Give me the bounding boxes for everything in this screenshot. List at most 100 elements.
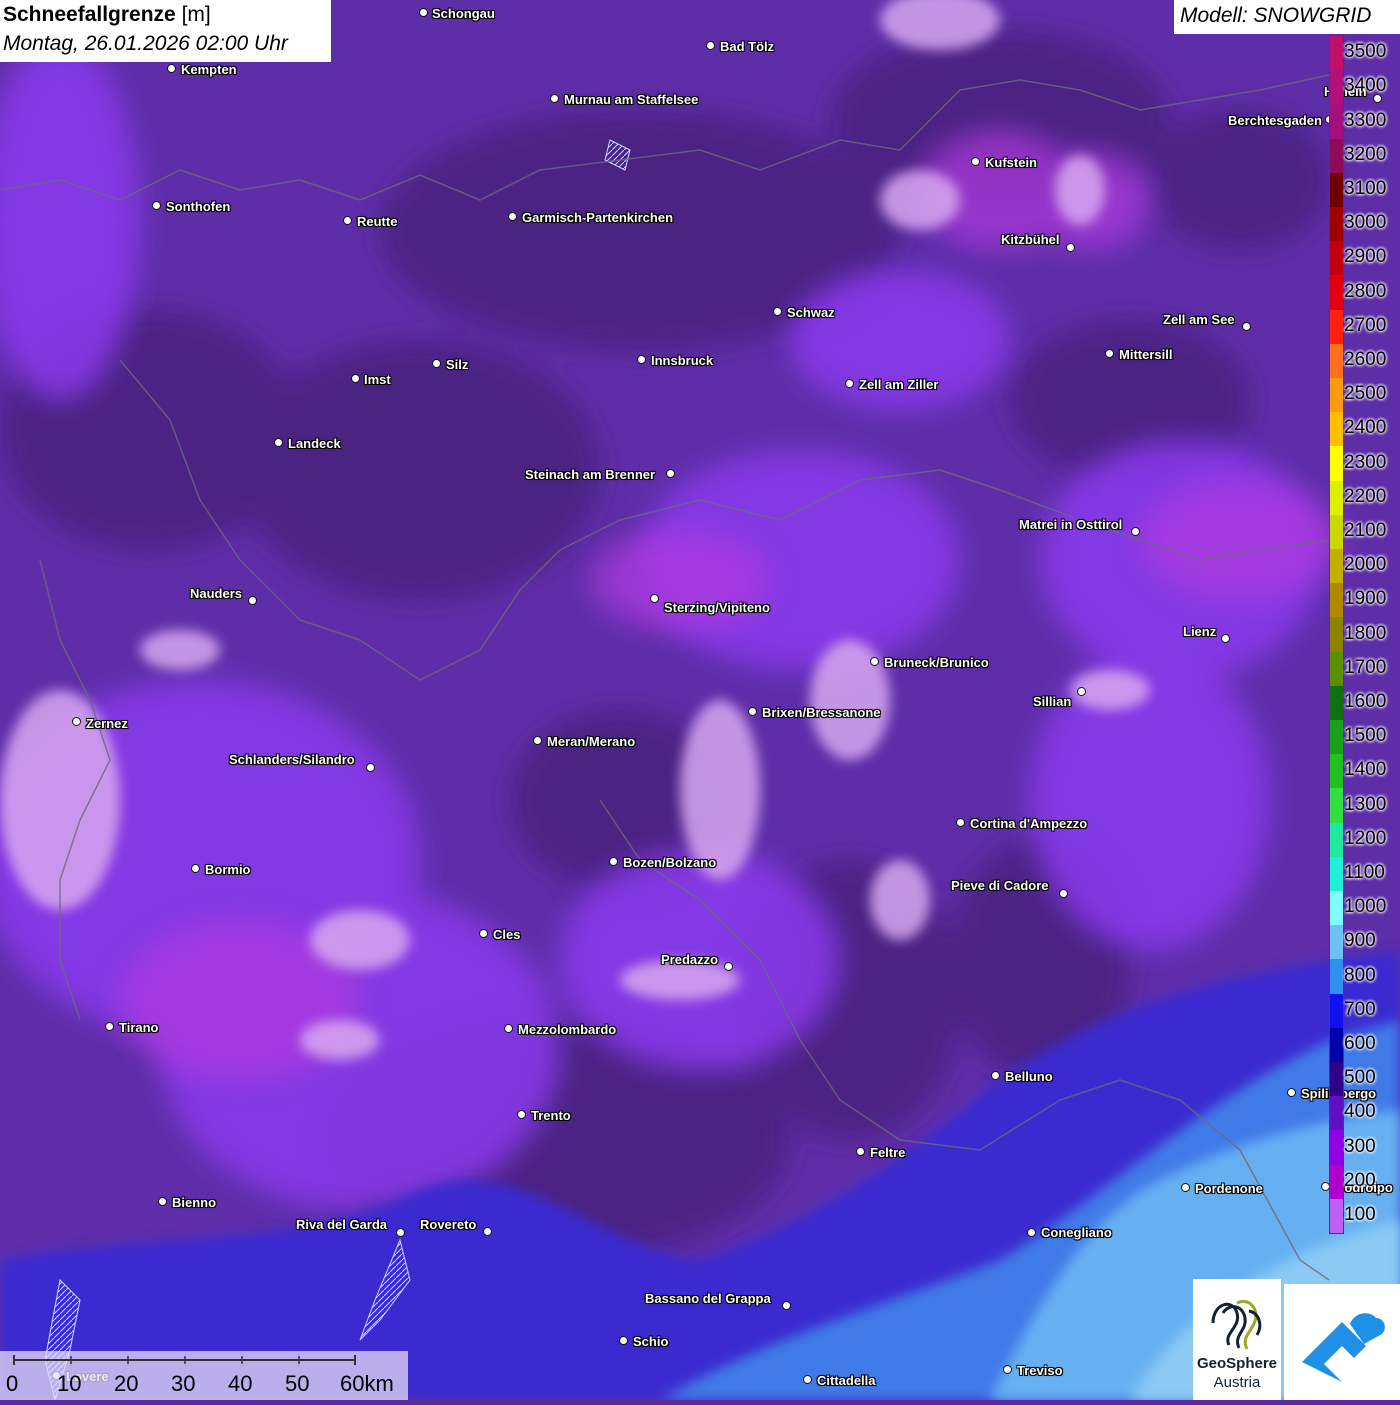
city-marker [105, 1022, 114, 1031]
city-label: Bozen/Bolzano [623, 855, 717, 870]
legend-swatch [1330, 788, 1343, 824]
legend-swatch [1330, 36, 1343, 71]
legend-value: 1600 [1344, 690, 1387, 712]
city-label: Landeck [288, 436, 341, 451]
city-marker [274, 438, 283, 447]
legend-swatch [1330, 343, 1343, 379]
legend-value: 3200 [1344, 143, 1387, 165]
city-label: Silz [446, 357, 469, 372]
geosphere-country: Austria [1213, 1374, 1261, 1391]
partner-logo[interactable] [1284, 1284, 1400, 1400]
legend-value: 1300 [1344, 793, 1387, 815]
city-marker [483, 1227, 492, 1236]
legend-value: 3500 [1344, 41, 1387, 63]
city-marker [773, 307, 782, 316]
map-datetime: Montag, 26.01.2026 02:00 Uhr [3, 32, 288, 55]
legend-value: 500 [1344, 1067, 1376, 1089]
legend-value: 3400 [1344, 75, 1387, 97]
city-label: Schlanders/Silandro [229, 752, 355, 767]
city-marker [1027, 1228, 1036, 1237]
legend-value: 2900 [1344, 246, 1387, 268]
city-marker [991, 1071, 1000, 1080]
city-label: Kufstein [985, 155, 1037, 170]
city-marker [351, 374, 360, 383]
city-label: Bienno [172, 1195, 217, 1210]
city-label: Schongau [432, 6, 495, 21]
city-marker [856, 1147, 865, 1156]
legend-value: 1900 [1344, 588, 1387, 610]
scale-tick-label: 40 [228, 1371, 253, 1396]
city-marker [1131, 527, 1140, 536]
legend-value: 1200 [1344, 827, 1387, 849]
city-marker [971, 157, 980, 166]
legend-value: 100 [1344, 1203, 1376, 1225]
legend-swatch [1330, 685, 1343, 721]
legend-swatch [1330, 70, 1343, 105]
legend-swatch [1330, 172, 1343, 208]
city-marker [706, 41, 715, 50]
legend-value: 800 [1344, 964, 1376, 986]
legend-swatch [1330, 925, 1343, 960]
legend-swatch [1330, 959, 1343, 995]
title-box: Schneefallgrenze [m] Montag, 26.01.2026 … [0, 0, 331, 62]
legend-value: 1100 [1344, 861, 1385, 883]
city-marker [845, 379, 854, 388]
city-marker [870, 657, 879, 666]
city-marker [508, 212, 517, 221]
city-marker [666, 469, 675, 478]
city-label: Treviso [1017, 1363, 1063, 1378]
legend-value: 300 [1344, 1135, 1376, 1157]
city-marker [1066, 243, 1075, 252]
legend-swatch [1330, 412, 1343, 447]
legend-swatch [1330, 378, 1343, 413]
city-label: Sillian [1033, 694, 1072, 709]
legend-value: 1500 [1344, 725, 1387, 747]
scale-tick-label: 30 [171, 1371, 196, 1396]
city-marker [1287, 1088, 1296, 1097]
city-marker [1105, 349, 1114, 358]
city-label: Bad Tölz [720, 39, 775, 54]
city-label: Bormio [205, 862, 251, 877]
city-marker [650, 594, 659, 603]
legend-value: 2500 [1344, 383, 1387, 405]
city-label: Innsbruck [651, 353, 714, 368]
city-label: Pieve di Cadore [951, 878, 1049, 893]
geosphere-logo[interactable]: GeoSphere Austria [1193, 1279, 1281, 1400]
legend-swatch [1330, 446, 1343, 482]
city-marker [72, 717, 81, 726]
city-label: Zernez [86, 716, 128, 731]
legend-value: 3000 [1344, 212, 1387, 234]
city-label: Mittersill [1119, 347, 1173, 362]
snowgrid-logo-icon [1302, 1313, 1385, 1382]
city-label: Zell am See [1163, 312, 1235, 327]
city-marker [432, 359, 441, 368]
legend-swatch [1330, 514, 1343, 550]
legend-value: 400 [1344, 1101, 1376, 1123]
legend-value: 1800 [1344, 622, 1387, 644]
legend-swatch [1330, 1130, 1343, 1166]
city-marker [550, 94, 559, 103]
city-label: Murnau am Staffelsee [564, 92, 699, 107]
legend-swatch [1330, 754, 1343, 789]
legend-value: 2800 [1344, 280, 1387, 302]
city-marker [1059, 889, 1068, 898]
city-marker [419, 8, 428, 17]
legend-value: 600 [1344, 1032, 1376, 1054]
city-label: Reutte [357, 214, 398, 229]
legend-value: 3300 [1344, 109, 1387, 131]
city-label: Tirano [119, 1020, 159, 1035]
scale-tick-label: 50 [285, 1371, 310, 1396]
legend-swatch [1330, 1096, 1343, 1131]
city-label: Brixen/Bressanone [762, 705, 881, 720]
legend-value: 1700 [1344, 656, 1387, 678]
legend-swatch [1330, 1062, 1343, 1097]
model-label: Modell: SNOWGRID [1180, 4, 1372, 27]
city-label: Steinach am Brenner [525, 467, 656, 482]
geosphere-emblem-icon [1211, 1300, 1262, 1350]
city-marker [396, 1228, 405, 1237]
legend-value: 2100 [1344, 519, 1387, 541]
legend-value: 1000 [1344, 896, 1387, 918]
legend-swatch [1330, 856, 1343, 892]
legend-swatch [1330, 549, 1343, 584]
city-label: Zell am Ziller [859, 377, 939, 392]
